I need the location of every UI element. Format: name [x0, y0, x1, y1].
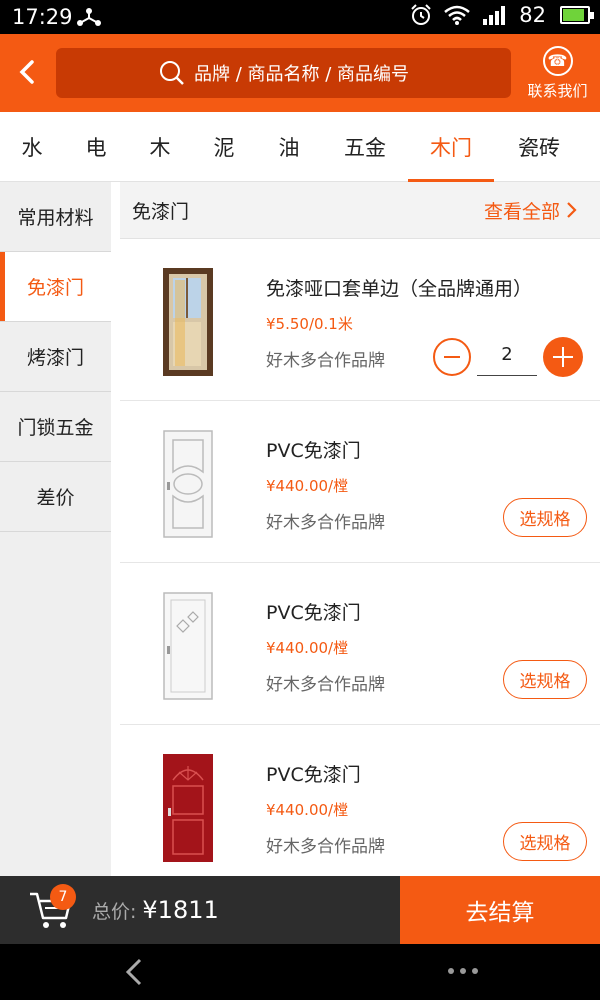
product-brand: 好木多合作品牌 — [266, 351, 385, 371]
product-item[interactable]: PVC免漆门 ¥440.00/樘 好木多合作品牌 选规格 — [120, 401, 600, 563]
section-header: 免漆门 查看全部 — [120, 182, 600, 239]
product-price: ¥440.00/樘 — [266, 801, 349, 819]
signal-icon — [483, 6, 506, 25]
search-icon — [159, 61, 184, 85]
tab-water[interactable]: 水 — [0, 112, 64, 182]
section-title: 免漆门 — [132, 200, 190, 223]
tab-paint[interactable]: 油 — [256, 112, 322, 182]
product-brand: 好木多合作品牌 — [266, 675, 385, 695]
quantity-stepper: 2 — [433, 337, 583, 377]
product-price: ¥5.50/0.1米 — [266, 315, 353, 333]
sidebar-item-price-difference[interactable]: 差价 — [0, 462, 111, 532]
product-image — [163, 754, 213, 862]
total-value: ¥1811 — [142, 896, 219, 924]
tab-electric[interactable]: 电 — [64, 112, 128, 182]
product-price: ¥440.00/樘 — [266, 477, 349, 495]
phone-icon: ☎ — [542, 46, 573, 76]
increase-quantity-button[interactable] — [543, 337, 583, 377]
category-tabs: 水 电 木 泥 油 五金 木门 瓷砖 — [0, 112, 600, 182]
sidebar-item-painted-door[interactable]: 烤漆门 — [0, 322, 111, 392]
battery-level: 82 — [519, 3, 546, 27]
system-nav-bar — [0, 944, 600, 1000]
quantity-value[interactable]: 2 — [477, 338, 537, 376]
search-placeholder: 品牌 / 商品名称 / 商品编号 — [193, 64, 409, 85]
product-price: ¥440.00/樘 — [266, 639, 349, 657]
search-input[interactable]: 品牌 / 商品名称 / 商品编号 — [56, 48, 511, 98]
total-price: 总价: ¥1811 — [92, 896, 219, 924]
tab-wood[interactable]: 木 — [128, 112, 192, 182]
contact-label: 联系我们 — [527, 82, 588, 100]
sidebar-item-door-hardware[interactable]: 门锁五金 — [0, 392, 111, 462]
select-spec-button[interactable]: 选规格 — [503, 822, 587, 861]
product-image — [163, 592, 213, 700]
status-time: 17:29 — [12, 5, 73, 29]
cart-bar: 7 总价: ¥1811 去结算 — [0, 876, 600, 944]
product-list: 免漆门 查看全部 免漆哑口套单边（全品牌通用） ¥5.50/0.1米 好木多合作… — [120, 182, 600, 876]
wifi-icon — [444, 5, 471, 25]
total-label: 总价: — [92, 901, 137, 923]
back-arrow-icon[interactable] — [10, 52, 46, 92]
chevron-right-icon — [567, 202, 577, 218]
decrease-quantity-button[interactable] — [433, 338, 471, 376]
checkout-button[interactable]: 去结算 — [400, 876, 600, 944]
sidebar-item-paint-free-door[interactable]: 免漆门 — [0, 252, 111, 322]
tab-wooden-door[interactable]: 木门 — [408, 112, 494, 182]
usb-icon — [77, 8, 101, 26]
tab-tiles[interactable]: 瓷砖 — [494, 112, 584, 182]
alarm-icon — [411, 4, 431, 25]
select-spec-button[interactable]: 选规格 — [503, 498, 587, 537]
product-image — [163, 268, 213, 376]
subcategory-sidebar: 常用材料 免漆门 烤漆门 门锁五金 差价 — [0, 182, 111, 876]
product-name: PVC免漆门 — [266, 440, 361, 462]
product-item[interactable]: PVC免漆门 ¥440.00/樘 好木多合作品牌 选规格 — [120, 725, 600, 876]
nav-back-icon[interactable] — [120, 956, 150, 988]
product-image — [163, 430, 213, 538]
view-all-label: 查看全部 — [483, 200, 560, 223]
tab-hardware[interactable]: 五金 — [322, 112, 408, 182]
product-item[interactable]: PVC免漆门 ¥440.00/樘 好木多合作品牌 选规格 — [120, 563, 600, 725]
product-item[interactable]: 免漆哑口套单边（全品牌通用） ¥5.50/0.1米 好木多合作品牌 2 — [120, 239, 600, 401]
tab-mud[interactable]: 泥 — [192, 112, 256, 182]
contact-us-button[interactable]: ☎ 联系我们 — [520, 44, 595, 104]
product-brand: 好木多合作品牌 — [266, 837, 385, 857]
product-brand: 好木多合作品牌 — [266, 513, 385, 533]
product-name: PVC免漆门 — [266, 764, 361, 786]
nav-menu-icon[interactable] — [448, 968, 478, 974]
battery-icon — [560, 6, 594, 24]
cart-count-badge: 7 — [50, 884, 76, 910]
view-all-link[interactable]: 查看全部 — [484, 197, 578, 224]
sidebar-item-common-materials[interactable]: 常用材料 — [0, 182, 111, 252]
product-name: PVC免漆门 — [266, 602, 361, 624]
top-header: 品牌 / 商品名称 / 商品编号 ☎ 联系我们 — [0, 34, 600, 112]
product-name: 免漆哑口套单边（全品牌通用） — [266, 278, 533, 300]
status-bar: 17:29 82 — [0, 0, 600, 34]
select-spec-button[interactable]: 选规格 — [503, 660, 587, 699]
